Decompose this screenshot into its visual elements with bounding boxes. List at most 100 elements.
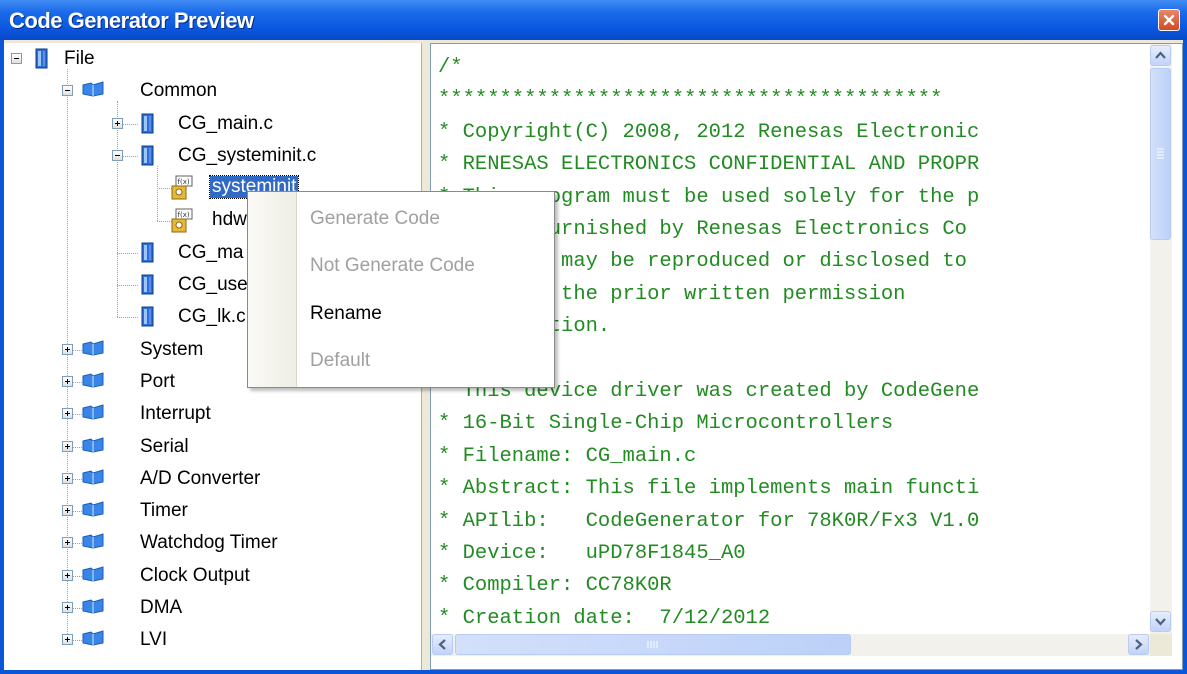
menu-item-default[interactable]: Default <box>310 350 370 372</box>
tree-node-folder[interactable]: Serial <box>82 435 382 459</box>
code-line: * Device: uPD78F1845_A0 <box>438 542 746 565</box>
tree-connector <box>157 166 158 221</box>
tree-node-folder[interactable]: Interrupt <box>82 402 382 426</box>
tree-node-common[interactable]: Common <box>82 79 382 103</box>
expand-toggle[interactable] <box>62 505 73 516</box>
chevron-right-icon <box>1135 639 1143 650</box>
folder-icon <box>82 435 104 459</box>
tree-node-folder[interactable]: A/D Converter <box>82 467 382 491</box>
window-title: Code Generator Preview <box>9 8 254 33</box>
folder-icon <box>82 467 104 491</box>
tree-connector <box>73 608 82 609</box>
menu-item-not-generate-code[interactable]: Not Generate Code <box>310 255 475 277</box>
context-menu-icon-gutter <box>248 192 297 387</box>
expand-toggle[interactable] <box>62 602 73 613</box>
expand-toggle[interactable] <box>112 150 123 161</box>
tree-node-label: Interrupt <box>140 403 211 424</box>
folder-icon <box>82 338 104 362</box>
expand-toggle[interactable] <box>62 570 73 581</box>
tree-node-file[interactable]: File <box>32 47 332 71</box>
folder-icon <box>82 499 104 523</box>
tree-connector <box>73 576 82 577</box>
tree-connector <box>73 511 82 512</box>
folder-icon <box>82 79 104 103</box>
tree-connector <box>73 447 82 448</box>
tree-node-label: CG_main.c <box>178 113 274 134</box>
expand-toggle[interactable] <box>62 634 73 645</box>
code-line: * 16-Bit Single-Chip Microcontrollers <box>438 412 894 436</box>
tree-node-folder[interactable]: Watchdog Timer <box>82 531 382 555</box>
tree-node-folder[interactable]: LVI <box>82 628 382 652</box>
tree-node-folder[interactable]: DMA <box>82 596 382 620</box>
menu-item-generate-code[interactable]: Generate Code <box>310 208 440 230</box>
tree-node-label: Clock Output <box>140 565 250 586</box>
tree-connector <box>117 285 138 286</box>
tree-connector <box>73 543 82 544</box>
expand-toggle[interactable] <box>62 344 73 355</box>
folder-icon <box>82 531 104 555</box>
code-line: * Creation date: 7/12/2012 <box>438 606 771 630</box>
chevron-down-icon <box>1155 618 1166 626</box>
horizontal-scroll-thumb[interactable] <box>455 634 851 655</box>
scroll-left-button[interactable] <box>432 634 453 655</box>
folder-icon <box>82 596 104 620</box>
code-line: * Abstract: This file implements main fu… <box>438 477 980 501</box>
tree-node-label: hdw <box>212 209 247 230</box>
expand-toggle[interactable] <box>62 85 73 96</box>
expand-toggle[interactable] <box>62 376 73 387</box>
file-module-icon <box>32 47 52 75</box>
tree-node-label: Common <box>140 80 218 101</box>
code-line: * Copyright(C) 2008, 2012 Renesas Electr… <box>438 120 980 144</box>
scroll-right-button[interactable] <box>1128 634 1149 655</box>
close-icon <box>1163 14 1175 26</box>
scrollbar-corner <box>1150 634 1172 656</box>
code-line: * Filename: CG_main.c <box>438 444 697 468</box>
horizontal-scrollbar[interactable] <box>431 634 1150 656</box>
client-area: File Common CG_main.c CG_systeminit.c CG_ma C… <box>4 40 1183 670</box>
function-icon: f(x) <box>170 208 194 238</box>
tree-connector <box>117 253 138 254</box>
tree-connector <box>117 317 138 318</box>
expand-toggle[interactable] <box>11 53 22 64</box>
vertical-scroll-thumb[interactable] <box>1150 68 1171 240</box>
expand-toggle[interactable] <box>62 408 73 419</box>
tree-node-label: CG_ma <box>178 242 244 263</box>
code-line: /* <box>438 56 463 79</box>
grip-icon <box>1157 148 1164 159</box>
tree-node-source-file[interactable]: CG_main.c <box>138 112 438 136</box>
scroll-down-button[interactable] <box>1150 611 1171 632</box>
tree-node-source-file[interactable]: CG_systeminit.c <box>138 144 438 168</box>
tree-connector <box>73 414 82 415</box>
tree-node-label: Port <box>140 371 175 392</box>
expand-toggle[interactable] <box>112 118 123 129</box>
folder-icon <box>82 628 104 652</box>
tree-node-label: A/D Converter <box>140 468 261 489</box>
vertical-scrollbar[interactable] <box>1150 44 1172 634</box>
function-icon: f(x) <box>170 175 194 205</box>
file-module-icon <box>138 273 158 301</box>
chevron-left-icon <box>438 639 446 650</box>
file-module-icon <box>138 305 158 333</box>
close-button[interactable] <box>1158 9 1180 31</box>
expand-toggle[interactable] <box>62 537 73 548</box>
tree-connector <box>73 640 82 641</box>
tree-node-folder[interactable]: Clock Output <box>82 564 382 588</box>
file-module-icon <box>138 112 158 140</box>
title-bar[interactable]: Code Generator Preview <box>0 0 1187 40</box>
svg-text:f(x): f(x) <box>178 211 190 219</box>
scroll-up-button[interactable] <box>1150 45 1171 66</box>
folder-icon <box>82 370 104 394</box>
code-line: * APIlib: CodeGenerator for 78K0R/Fx3 V1… <box>438 509 980 533</box>
chevron-up-icon <box>1155 51 1166 59</box>
expand-toggle[interactable] <box>62 473 73 484</box>
code-line: ****************************************… <box>438 88 943 112</box>
tree-node-folder[interactable]: Timer <box>82 499 382 523</box>
tree-node-label: Serial <box>140 436 189 457</box>
tree-connector <box>73 382 82 383</box>
tree-node-label: Watchdog Timer <box>140 532 278 553</box>
folder-icon <box>82 402 104 426</box>
tree-connector <box>73 479 82 480</box>
menu-item-rename[interactable]: Rename <box>310 303 382 325</box>
expand-toggle[interactable] <box>62 441 73 452</box>
tree-node-label: File <box>64 48 95 69</box>
